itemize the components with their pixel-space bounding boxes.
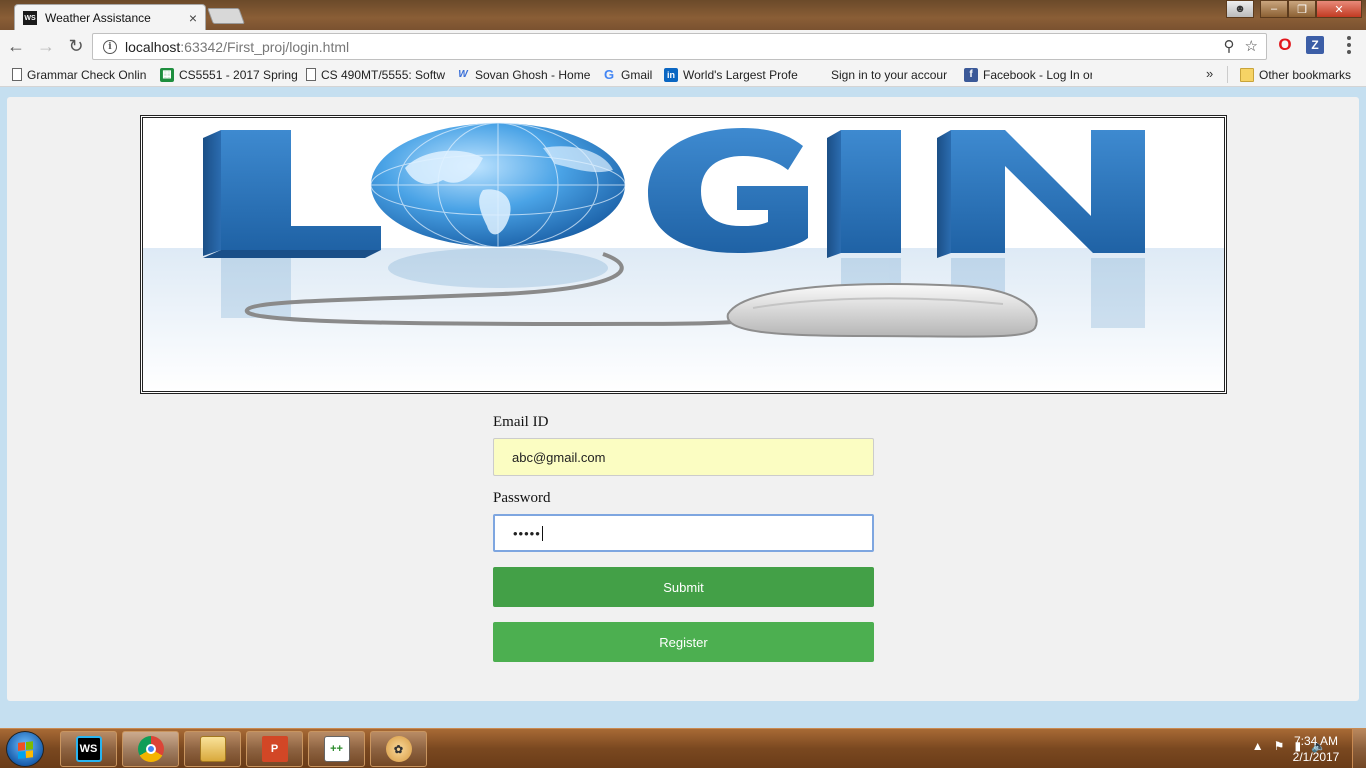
email-field[interactable]: abc@gmail.com (493, 438, 874, 476)
bookmark-item[interactable]: CS 490MT/5555: Softw (302, 64, 452, 86)
forward-button[interactable]: → (32, 33, 60, 61)
bookmark-star-icon[interactable]: ☆ (1245, 37, 1258, 55)
windows-logo-icon (18, 741, 34, 759)
bookmark-label: Grammar Check Onlin (27, 67, 147, 82)
bookmark-item[interactable]: W Sovan Ghosh - Home (452, 64, 598, 86)
password-label: Password (493, 490, 551, 506)
bookmark-label: Sovan Ghosh - Home (475, 67, 591, 82)
action-center-icon[interactable]: ⚑ (1274, 739, 1285, 753)
text-caret (541, 525, 543, 541)
page-icon (12, 68, 22, 81)
bookmark-label: Facebook - Log In or S (983, 67, 1092, 82)
minimize-button[interactable]: – (1260, 0, 1288, 18)
windows-taskbar: WS P ++ ✿ ▲ ⚑ ▮ 🔈 7:34 AM 2/1/2017 (0, 728, 1366, 768)
user-profile-icon[interactable]: ☻ (1226, 0, 1254, 18)
browser-toolbar: ← → ↻ i localhost:63342/First_proj/login… (0, 30, 1366, 63)
bookmark-label: World's Largest Profe (683, 67, 798, 82)
register-button[interactable]: Register (493, 622, 874, 662)
login-card: Email ID abc@gmail.com Password ••••• Su… (7, 97, 1359, 701)
bookmark-label: Gmail (621, 67, 653, 82)
email-label: Email ID (493, 414, 549, 430)
url-path: :63342/First_proj/login.html (180, 38, 350, 55)
window-controls: ☻ – ❐ ✕ (1226, 0, 1362, 18)
show-hidden-icons-icon[interactable]: ▲ (1252, 739, 1264, 753)
taskbar-chrome[interactable] (122, 731, 179, 767)
chrome-icon (137, 736, 164, 762)
show-desktop-button[interactable] (1352, 729, 1366, 768)
bookmark-label: CS 490MT/5555: Softw (321, 67, 446, 82)
info-icon[interactable]: i (103, 39, 117, 54)
bookmark-item[interactable]: f Facebook - Log In or S (960, 64, 1096, 86)
facebook-icon: f (964, 67, 978, 82)
url-host: localhost (125, 38, 181, 55)
reload-button[interactable]: ↻ (62, 33, 90, 61)
webstorm-favicon-icon: WS (23, 11, 37, 25)
maximize-button[interactable]: ❐ (1288, 0, 1316, 18)
opera-extension-icon[interactable]: O (1276, 35, 1294, 54)
bookmarks-overflow-icon[interactable]: » (1206, 66, 1213, 81)
folder-icon (1240, 68, 1254, 82)
login-banner-graphic (143, 122, 1224, 391)
zotero-extension-icon[interactable]: Z (1306, 36, 1324, 54)
start-button[interactable] (6, 731, 44, 767)
taskbar-clock[interactable]: 7:34 AM 2/1/2017 (1288, 733, 1344, 765)
explorer-icon (199, 736, 226, 762)
zoom-icon[interactable]: ⚲ (1224, 37, 1235, 55)
address-bar[interactable]: i localhost:63342/First_proj/login.html … (92, 33, 1267, 60)
new-tab-button[interactable] (207, 8, 245, 24)
browser-tab[interactable]: WS Weather Assistance × (14, 4, 206, 31)
taskbar-powerpoint[interactable]: P (246, 731, 303, 767)
password-value: ••••• (513, 525, 541, 541)
microsoft-icon (812, 68, 826, 82)
bookmark-label: Other bookmarks (1259, 68, 1352, 82)
page-viewport: Email ID abc@gmail.com Password ••••• Su… (0, 88, 1366, 728)
title-bar: WS Weather Assistance × ☻ – ❐ ✕ (0, 0, 1366, 31)
taskbar-explorer[interactable] (184, 731, 241, 767)
submit-button[interactable]: Submit (493, 567, 874, 607)
sheets-icon: ▦ (160, 67, 174, 82)
bookmark-item[interactable]: Sign in to your accour (808, 64, 960, 86)
bookmark-label: Sign in to your accour (831, 67, 948, 82)
chrome-menu-icon[interactable] (1340, 36, 1358, 54)
bookmarks-bar: Grammar Check Onlin ▦ CS5551 - 2017 Spri… (0, 63, 1366, 87)
clock-time: 7:34 AM (1293, 734, 1339, 748)
page-icon (306, 68, 316, 81)
clock-date: 2/1/2017 (1292, 750, 1340, 764)
back-button[interactable]: ← (2, 33, 30, 61)
password-field[interactable]: ••••• (493, 514, 874, 552)
close-window-button[interactable]: ✕ (1316, 0, 1362, 18)
login-banner-image (140, 115, 1227, 394)
google-icon: G (603, 67, 615, 82)
weebly-icon: W (458, 69, 468, 80)
other-bookmarks-folder[interactable]: Other bookmarks (1236, 64, 1355, 86)
bookmark-item[interactable]: ▦ CS5551 - 2017 Spring (156, 64, 302, 86)
bookmark-item[interactable]: in World's Largest Profe (660, 64, 808, 86)
paint-icon: ✿ (385, 736, 412, 762)
taskbar-notepad-plus[interactable]: ++ (308, 731, 365, 767)
notepad-plus-icon: ++ (323, 736, 350, 762)
bookmark-item[interactable]: G Gmail (598, 64, 660, 86)
bookmarks-separator (1227, 66, 1228, 83)
tab-title: Weather Assistance (45, 11, 151, 25)
login-form: Email ID abc@gmail.com Password ••••• Su… (493, 414, 874, 662)
powerpoint-icon: P (261, 736, 288, 762)
linkedin-icon: in (664, 67, 678, 82)
taskbar-paint[interactable]: ✿ (370, 731, 427, 767)
email-value: abc@gmail.com (512, 449, 606, 465)
taskbar-webstorm[interactable]: WS (60, 731, 117, 767)
tab-close-icon[interactable]: × (189, 10, 197, 26)
bookmark-item[interactable]: Grammar Check Onlin (8, 64, 156, 86)
webstorm-icon: WS (75, 736, 102, 762)
bookmark-label: CS5551 - 2017 Spring (179, 67, 298, 82)
